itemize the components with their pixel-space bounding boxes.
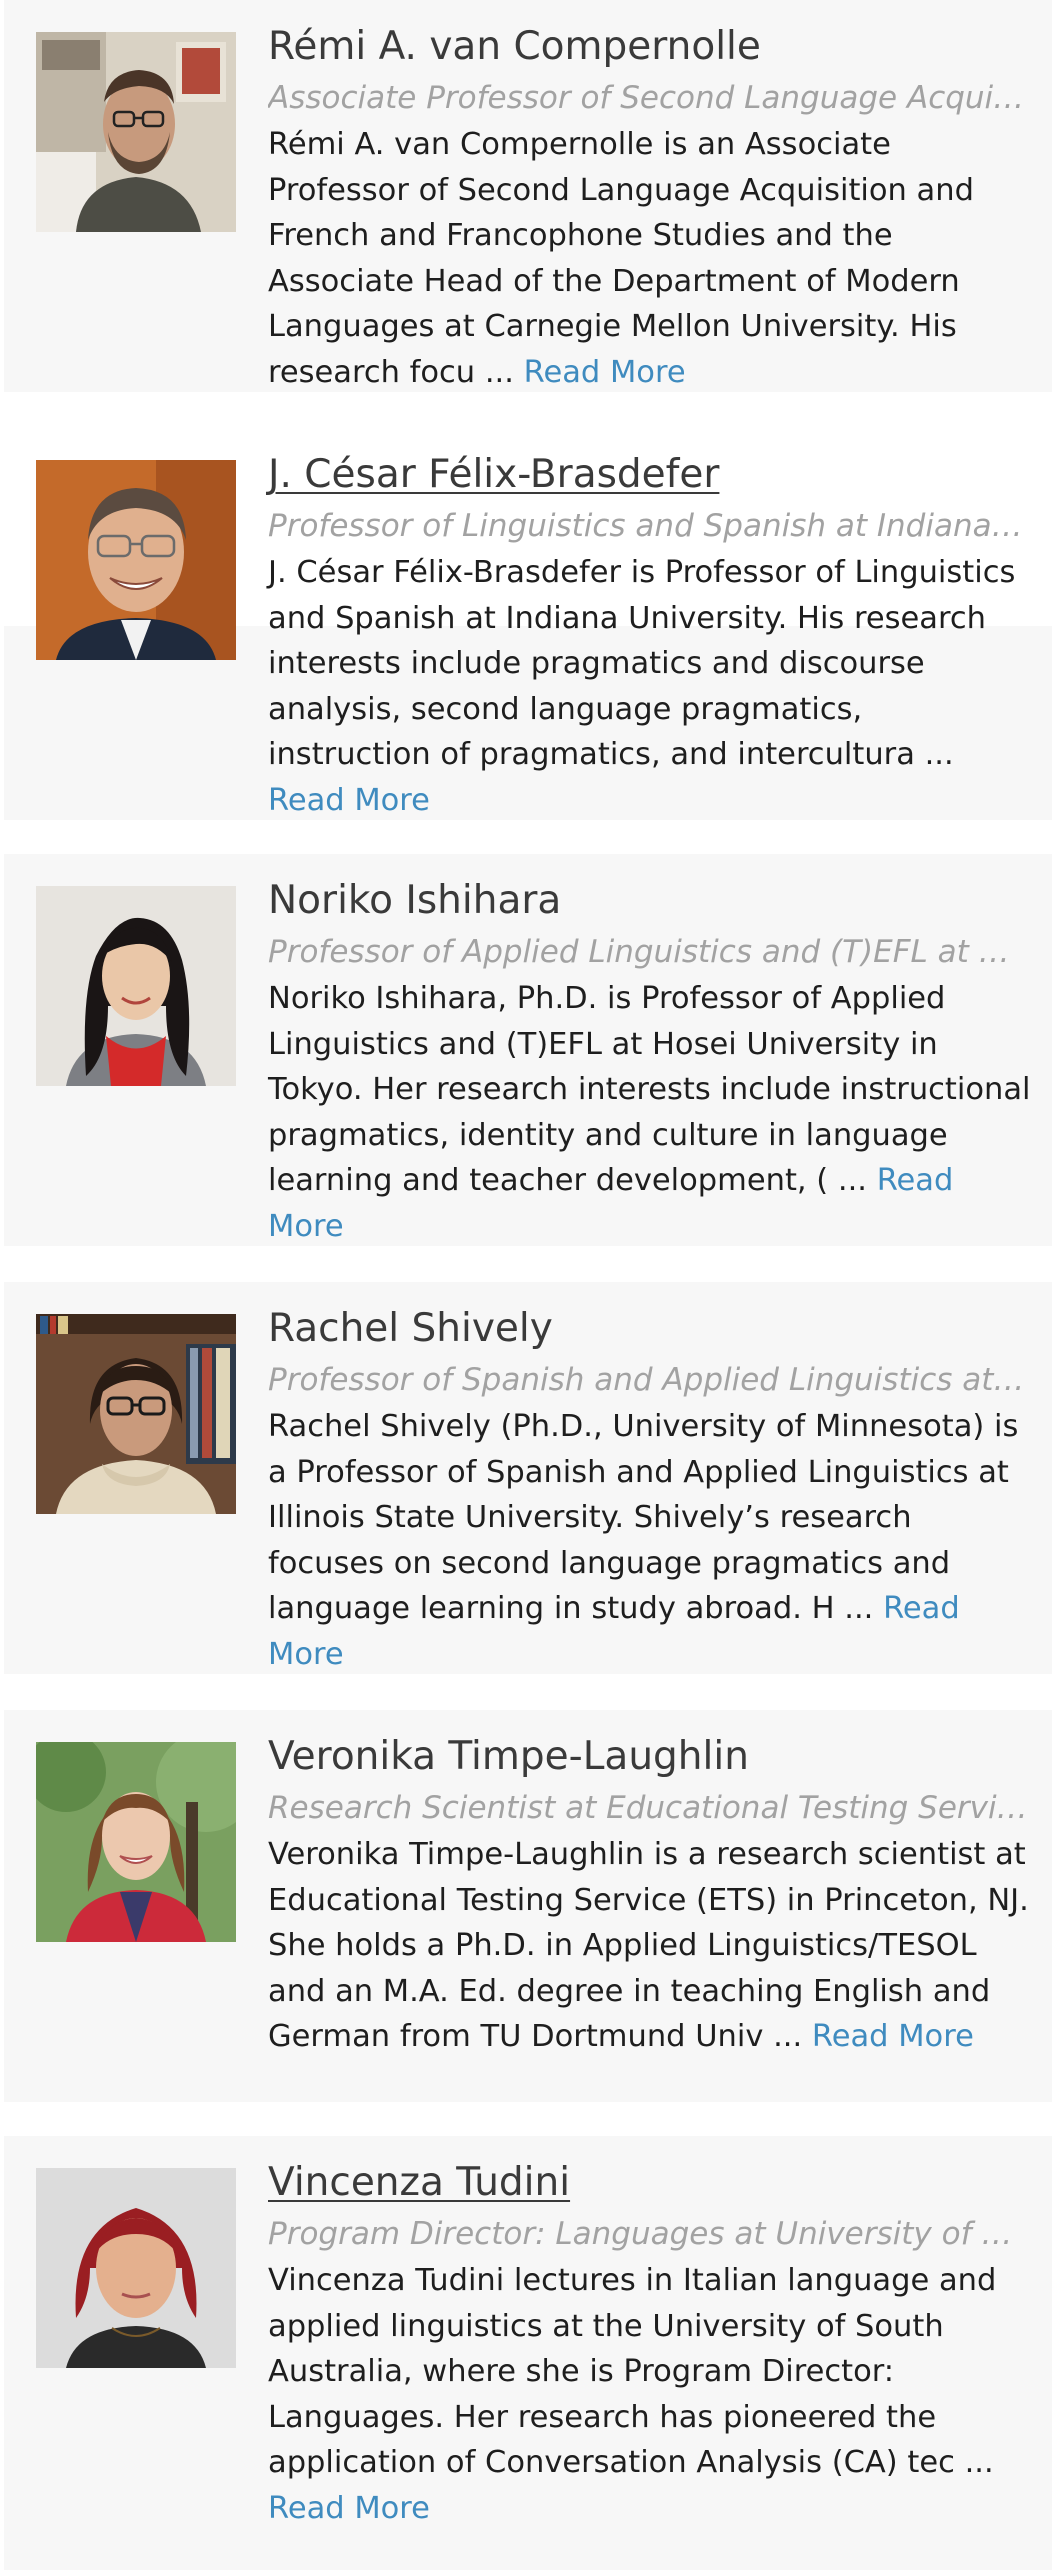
person-info: Rémi A. van Compernolle Associate Profes… <box>268 22 1034 396</box>
bio-text: Rémi A. van Compernolle is an Associate … <box>268 127 974 390</box>
person-bio: Noriko Ishihara, Ph.D. is Professor of A… <box>268 976 1034 1250</box>
person-bio: Veronika Timpe-Laughlin is a research sc… <box>268 1832 1034 2060</box>
person-title: Professor of Applied Linguistics and (T)… <box>268 934 1030 970</box>
person-card: Rémi A. van Compernolle Associate Profes… <box>4 0 1052 392</box>
person-name[interactable]: Rachel Shively <box>268 1304 1034 1354</box>
person-name[interactable]: Noriko Ishihara <box>268 876 1034 926</box>
person-photo[interactable] <box>36 886 236 1086</box>
woman-with-red-hair-photo <box>36 2168 236 2368</box>
read-more-link[interactable]: Read More <box>812 2019 974 2054</box>
smiling-man-with-glasses-photo <box>36 460 236 660</box>
person-name[interactable]: Veronika Timpe-Laughlin <box>268 1732 1034 1782</box>
person-title: Program Director: Languages at Universit… <box>268 2216 1030 2252</box>
person-name[interactable]: Rémi A. van Compernolle <box>268 22 1034 72</box>
bio-text: Vincenza Tudini lectures in Italian lang… <box>268 2263 997 2481</box>
bio-ellipsis: ... <box>964 2445 994 2481</box>
bio-ellipsis: ... <box>844 1591 874 1627</box>
person-title: Associate Professor of Second Language A… <box>268 80 1030 116</box>
person-card: Vincenza Tudini Program Director: Langua… <box>4 2136 1052 2570</box>
person-title: Professor of Spanish and Applied Linguis… <box>268 1362 1030 1398</box>
person-info: Vincenza Tudini Program Director: Langua… <box>268 2158 1034 2532</box>
person-info: J. César Félix-Brasdefer Professor of Li… <box>268 450 1034 824</box>
person-bio: J. César Félix-Brasdefer is Professor of… <box>268 550 1034 824</box>
read-more-link[interactable]: Read More <box>268 783 430 818</box>
read-more-link[interactable]: Read More <box>268 2491 430 2526</box>
person-name[interactable]: Vincenza Tudini <box>268 2158 1034 2208</box>
bio-text: J. César Félix-Brasdefer is Professor of… <box>268 555 1016 773</box>
bio-ellipsis: ... <box>924 737 954 773</box>
person-bio: Rémi A. van Compernolle is an Associate … <box>268 122 1034 396</box>
person-info: Noriko Ishihara Professor of Applied Lin… <box>268 876 1034 1250</box>
man-with-glasses-in-office-photo <box>36 32 236 232</box>
bio-ellipsis: ... <box>773 2019 803 2055</box>
person-card: Veronika Timpe-Laughlin Research Scienti… <box>4 1710 1052 2102</box>
person-card: Noriko Ishihara Professor of Applied Lin… <box>4 854 1052 1246</box>
person-title: Professor of Linguistics and Spanish at … <box>268 508 1030 544</box>
person-info: Rachel Shively Professor of Spanish and … <box>268 1304 1034 1678</box>
person-photo[interactable] <box>36 1314 236 1514</box>
bio-ellipsis: ... <box>837 1163 867 1199</box>
woman-in-red-sweater-photo <box>36 886 236 1086</box>
bio-ellipsis: ... <box>484 354 514 390</box>
person-title: Research Scientist at Educational Testin… <box>268 1790 1030 1826</box>
person-info: Veronika Timpe-Laughlin Research Scienti… <box>268 1732 1034 2060</box>
people-list: Rémi A. van Compernolle Associate Profes… <box>0 0 1052 2570</box>
person-name[interactable]: J. César Félix-Brasdefer <box>268 450 1034 500</box>
person-photo[interactable] <box>36 1742 236 1942</box>
person-photo[interactable] <box>36 2168 236 2368</box>
woman-in-red-cardigan-outdoors-photo <box>36 1742 236 1942</box>
person-photo[interactable] <box>36 460 236 660</box>
woman-with-glasses-bookshelf-photo <box>36 1314 236 1514</box>
person-bio: Rachel Shively (Ph.D., University of Min… <box>268 1404 1034 1678</box>
person-card: Rachel Shively Professor of Spanish and … <box>4 1282 1052 1674</box>
person-card: J. César Félix-Brasdefer Professor of Li… <box>4 428 1052 820</box>
read-more-link[interactable]: Read More <box>524 355 686 390</box>
person-photo[interactable] <box>36 32 236 232</box>
person-bio: Vincenza Tudini lectures in Italian lang… <box>268 2258 1034 2532</box>
